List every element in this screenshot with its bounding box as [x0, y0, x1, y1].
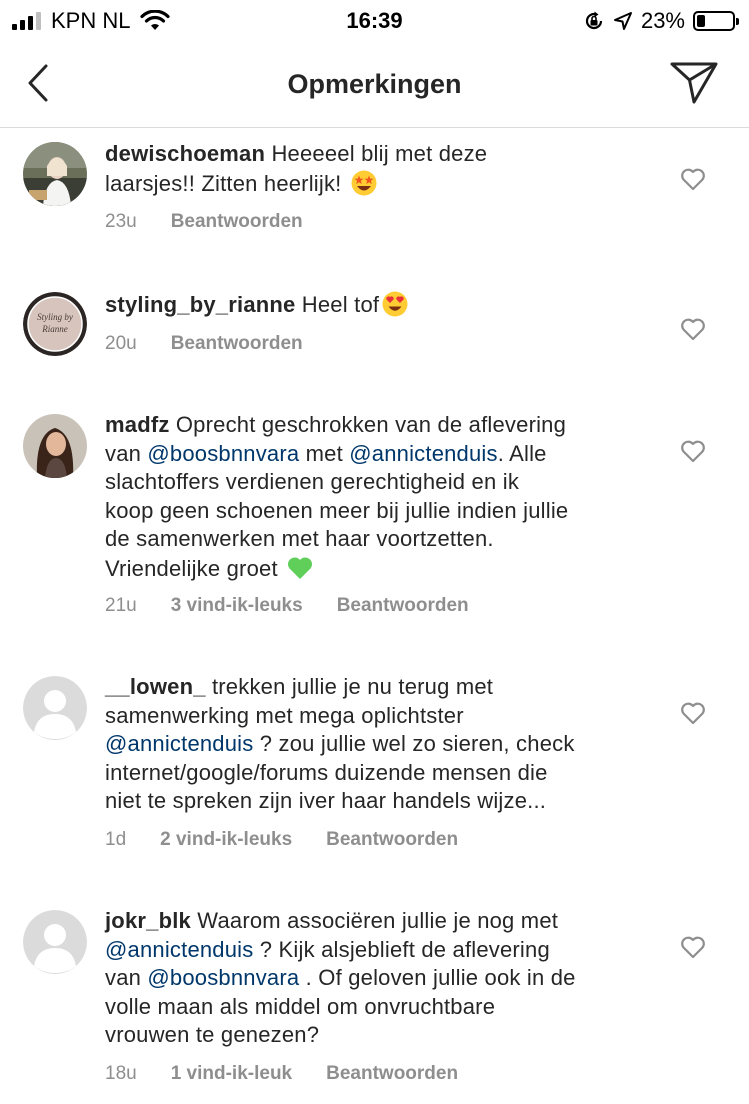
comment-time: 20u: [105, 333, 137, 354]
comment-text-line: trekken jullie je nu terug met: [211, 674, 494, 699]
comment-text-line: met: [305, 440, 343, 466]
mention-link[interactable]: @annictenduis: [105, 937, 253, 962]
comment-time: 1d: [105, 829, 127, 850]
comment-text-line: internet/google/forums duizende mensen d…: [105, 759, 548, 785]
likes-count[interactable]: 2 vind-ik-leuks: [160, 829, 292, 851]
heart-icon[interactable]: [680, 167, 706, 191]
reply-button[interactable]: Beantwoorden: [326, 829, 458, 851]
comment-text-line: slachtoffers verdienen gerechtigheid en …: [105, 469, 520, 494]
comment-text-line: van: [105, 440, 142, 466]
comment-text-line: de samenwerken met haar voortzetten.: [105, 526, 494, 551]
comment-time: 18u: [105, 1063, 137, 1084]
battery-percent: 23%: [640, 8, 685, 33]
avatar[interactable]: [23, 142, 87, 206]
heart-icon[interactable]: [680, 701, 706, 725]
comment-text-line: Heel tof: [301, 292, 380, 317]
comment-text-line: laarsjes!! Zitten heerlijk!: [105, 170, 342, 196]
comment-text-line: Heeeeel blij met deze: [271, 141, 488, 166]
battery-icon: [693, 11, 739, 31]
heart-icon[interactable]: [680, 439, 706, 463]
comment-time: 23u: [105, 211, 137, 232]
comment-username[interactable]: __lowen_: [105, 674, 206, 699]
comment-text-line: ? Kijk alsjeblieft de aflevering: [259, 936, 550, 962]
mention-link[interactable]: @boosbnnvara: [147, 441, 299, 466]
comment-username[interactable]: styling_by_rianne: [105, 292, 295, 317]
comment-text-line: ? zou jullie wel zo sieren, check: [259, 731, 575, 756]
comment-text-line: niet te spreken zijn iver haar handels w…: [105, 788, 547, 813]
comment-username[interactable]: madfz: [105, 412, 170, 437]
comment-text-line: koop geen schoenen meer bij jullie indie…: [105, 497, 569, 523]
comment-text: dewischoeman Heeeeel blij met deze laars…: [105, 140, 665, 198]
star-struck-emoji: [351, 170, 377, 195]
comment-text: styling_by_rianne Heel tof: [105, 290, 665, 320]
reply-button[interactable]: Beantwoorden: [171, 333, 303, 355]
heart-eyes-emoji: [382, 291, 408, 317]
comment-username[interactable]: jokr_blk: [105, 908, 191, 933]
comment-meta: 1d 2 vind-ik-leuks Beantwoorden: [105, 829, 492, 851]
avatar[interactable]: Styling by Rianne: [23, 292, 87, 356]
likes-count[interactable]: 1 vind-ik-leuk: [171, 1063, 292, 1085]
location-arrow-icon: [613, 12, 632, 30]
comment-text: madfz Oprecht geschrokken van de aflever…: [105, 411, 665, 583]
avatar-logo-text: Rianne: [41, 324, 68, 334]
heart-icon[interactable]: [680, 317, 706, 341]
comment-text: __lowen_ trekken jullie je nu terug met …: [105, 673, 665, 816]
reply-button[interactable]: Beantwoorden: [171, 211, 303, 233]
avatar-logo-text: Styling by: [37, 312, 73, 322]
comment-text-line: Vriendelijke groet: [105, 555, 278, 581]
reply-button[interactable]: Beantwoorden: [337, 595, 469, 617]
comment-meta: 20u Beantwoorden: [105, 333, 337, 355]
page-title: Opmerkingen: [287, 69, 462, 99]
comment-text: jokr_blk Waarom associëren jullie je nog…: [105, 907, 665, 1050]
comment-meta: 18u 1 vind-ik-leuk Beantwoorden: [105, 1063, 492, 1085]
comment-time: 21u: [105, 595, 137, 616]
mention-link[interactable]: @annictenduis: [105, 731, 253, 756]
comment-text-line: volle maan als middel om onvruchtbare: [105, 993, 496, 1019]
comment-text-line: . Alle: [497, 440, 547, 466]
status-bar-right: 23%: [583, 8, 739, 34]
green-heart-emoji: [288, 556, 313, 579]
mention-link[interactable]: @annictenduis: [349, 441, 497, 466]
comment-text-line: Waarom associëren jullie je nog met: [197, 908, 559, 933]
comment-text-line: Oprecht geschrokken van de aflevering: [175, 412, 567, 437]
avatar[interactable]: [23, 676, 87, 740]
comment-text-line: samenwerking met mega oplichtster: [105, 702, 464, 728]
avatar[interactable]: [23, 910, 87, 974]
comment-meta: 23u Beantwoorden: [105, 211, 337, 233]
comment-text-line: vrouwen te genezen?: [105, 1022, 320, 1047]
likes-count[interactable]: 3 vind-ik-leuks: [171, 595, 303, 617]
mention-link[interactable]: @boosbnnvara: [147, 965, 299, 990]
comment-text-line: van: [105, 965, 142, 990]
heart-icon[interactable]: [680, 935, 706, 959]
comment-text-line: . Of geloven jullie ook in de: [305, 965, 576, 990]
comment-username[interactable]: dewischoeman: [105, 141, 265, 166]
status-bar: KPN NL 16:39 23%: [0, 0, 749, 42]
avatar[interactable]: [23, 414, 87, 478]
nav-bar: Opmerkingen: [0, 42, 749, 128]
comment-meta: 21u 3 vind-ik-leuks Beantwoorden: [105, 595, 503, 617]
reply-button[interactable]: Beantwoorden: [326, 1063, 458, 1085]
orientation-lock-icon: [585, 11, 603, 30]
paper-plane-icon[interactable]: [669, 60, 719, 106]
